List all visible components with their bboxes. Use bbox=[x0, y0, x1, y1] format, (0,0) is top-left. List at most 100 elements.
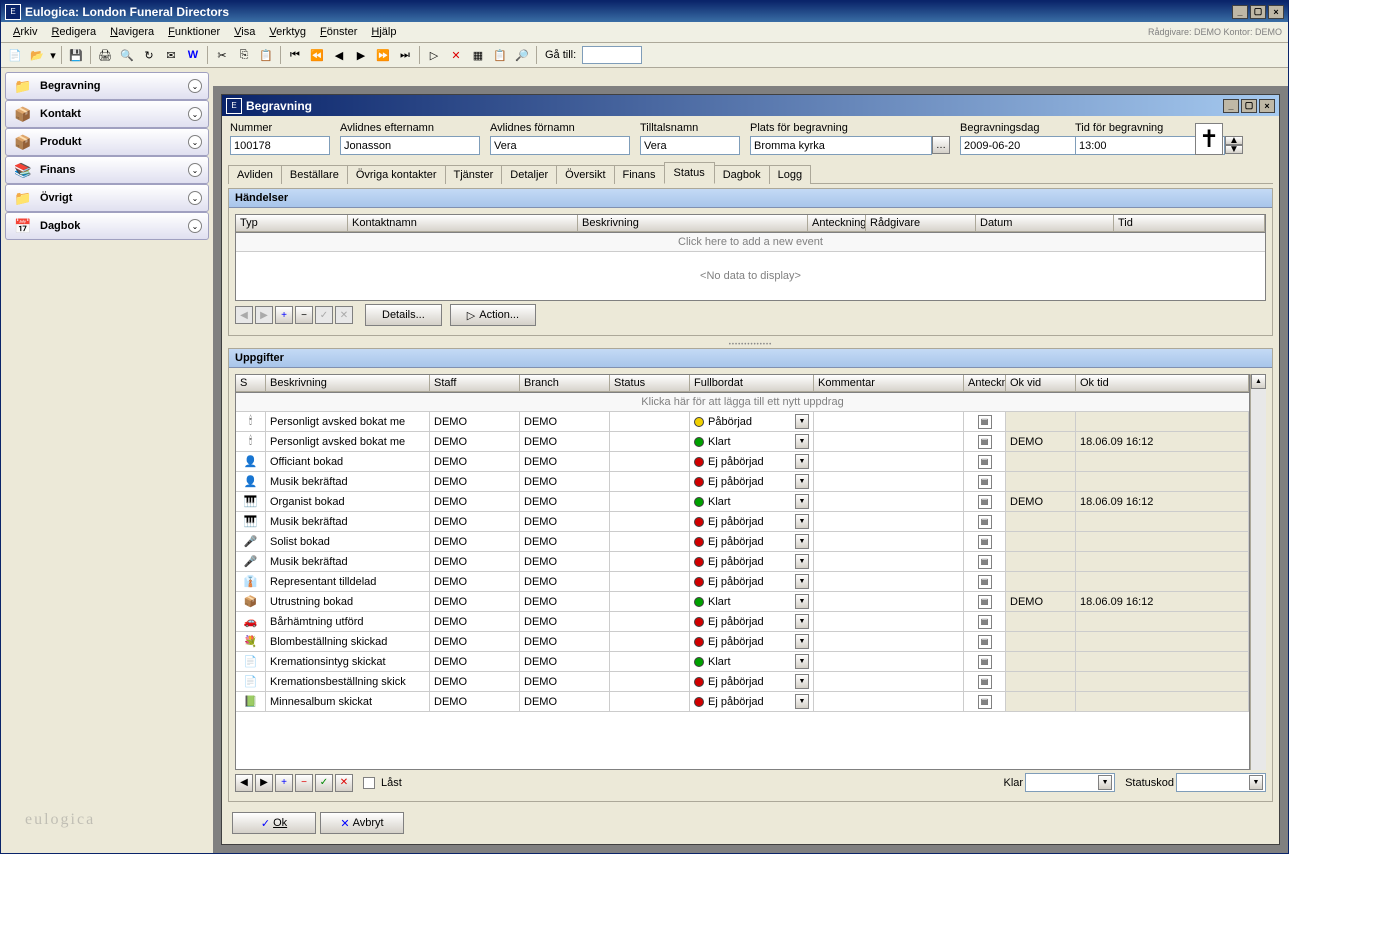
chevron-down-icon[interactable]: ▼ bbox=[795, 674, 809, 689]
row-fullbordat[interactable]: Klart▼ bbox=[690, 492, 814, 511]
cut-icon[interactable]: ✂ bbox=[212, 45, 232, 65]
subwin-maximize-button[interactable]: ▢ bbox=[1241, 99, 1257, 113]
upp-col-branch[interactable]: Branch bbox=[520, 375, 610, 392]
upp-col-anteckning[interactable]: Anteckning bbox=[964, 375, 1006, 392]
paste-icon[interactable]: 📋 bbox=[256, 45, 276, 65]
table-row[interactable]: 🕯Personligt avsked bokat meDEMODEMOPåbör… bbox=[236, 412, 1249, 432]
row-anteckning[interactable]: ▤ bbox=[964, 532, 1006, 551]
cancel-button[interactable]: ✕Avbryt bbox=[320, 812, 404, 834]
grid-icon[interactable]: ▦ bbox=[468, 45, 488, 65]
prev-page-icon[interactable]: ⏪ bbox=[307, 45, 327, 65]
note-icon[interactable]: ▤ bbox=[978, 555, 992, 569]
upp-add-button[interactable]: + bbox=[275, 774, 293, 792]
upp-col-kommentar[interactable]: Kommentar bbox=[814, 375, 964, 392]
uppgifter-add-row[interactable]: Klicka här för att lägga till ett nytt u… bbox=[236, 393, 1249, 412]
expand-icon[interactable]: ⌄ bbox=[188, 219, 202, 233]
table-row[interactable]: 🎹Musik bekräftadDEMODEMOEj påbörjad▼▤ bbox=[236, 512, 1249, 532]
tilltal-input[interactable] bbox=[640, 136, 740, 155]
table-row[interactable]: 🎹Organist bokadDEMODEMOKlart▼▤DEMO18.06.… bbox=[236, 492, 1249, 512]
menu-redigera[interactable]: Redigera bbox=[45, 24, 102, 40]
new-icon[interactable]: 📄 bbox=[5, 45, 25, 65]
chevron-down-icon[interactable]: ▼ bbox=[795, 434, 809, 449]
preview-icon[interactable]: 🔍 bbox=[117, 45, 137, 65]
prev-icon[interactable]: ◀ bbox=[329, 45, 349, 65]
note-icon[interactable]: ▤ bbox=[978, 475, 992, 489]
table-row[interactable]: 🎤Solist bokadDEMODEMOEj påbörjad▼▤ bbox=[236, 532, 1249, 552]
open-icon[interactable]: 📂 bbox=[27, 45, 47, 65]
calendar-icon[interactable]: 📋 bbox=[490, 45, 510, 65]
uppgifter-scrollbar[interactable]: ▲ bbox=[1250, 374, 1266, 770]
row-fullbordat[interactable]: Ej påbörjad▼ bbox=[690, 512, 814, 531]
handelser-remove-button[interactable]: − bbox=[295, 306, 313, 324]
tab-beställare[interactable]: Beställare bbox=[281, 165, 348, 184]
note-icon[interactable]: ▤ bbox=[978, 495, 992, 509]
sidebar-item-finans[interactable]: 📚Finans⌄ bbox=[5, 156, 209, 184]
sidebar-item-dagbok[interactable]: 📅Dagbok⌄ bbox=[5, 212, 209, 240]
row-anteckning[interactable]: ▤ bbox=[964, 672, 1006, 691]
note-icon[interactable]: ▤ bbox=[978, 615, 992, 629]
next-icon[interactable]: ▶ bbox=[351, 45, 371, 65]
delete-icon[interactable]: ✕ bbox=[446, 45, 466, 65]
note-icon[interactable]: ▤ bbox=[978, 595, 992, 609]
edit-icon[interactable]: ▷ bbox=[424, 45, 444, 65]
chevron-down-icon[interactable]: ▼ bbox=[795, 414, 809, 429]
refresh-icon[interactable]: ↻ bbox=[139, 45, 159, 65]
efternamn-input[interactable] bbox=[340, 136, 480, 155]
note-icon[interactable]: ▤ bbox=[978, 655, 992, 669]
row-fullbordat[interactable]: Ej påbörjad▼ bbox=[690, 692, 814, 711]
mail-icon[interactable]: ✉ bbox=[161, 45, 181, 65]
table-row[interactable]: 🎤Musik bekräftadDEMODEMOEj påbörjad▼▤ bbox=[236, 552, 1249, 572]
row-anteckning[interactable]: ▤ bbox=[964, 652, 1006, 671]
row-fullbordat[interactable]: Ej påbörjad▼ bbox=[690, 472, 814, 491]
row-fullbordat[interactable]: Ej påbörjad▼ bbox=[690, 572, 814, 591]
table-row[interactable]: 🕯Personligt avsked bokat meDEMODEMOKlart… bbox=[236, 432, 1249, 452]
handelser-add-button[interactable]: + bbox=[275, 306, 293, 324]
chevron-down-icon[interactable]: ▼ bbox=[795, 654, 809, 669]
first-icon[interactable]: ⏮ bbox=[285, 45, 305, 65]
chevron-down-icon[interactable]: ▼ bbox=[795, 574, 809, 589]
statuskod-combo[interactable]: ▼ bbox=[1176, 773, 1266, 792]
chevron-down-icon[interactable]: ▼ bbox=[795, 454, 809, 469]
note-icon[interactable]: ▤ bbox=[978, 515, 992, 529]
subwin-close-button[interactable]: × bbox=[1259, 99, 1275, 113]
subwin-minimize-button[interactable]: _ bbox=[1223, 99, 1239, 113]
tab-logg[interactable]: Logg bbox=[769, 165, 811, 184]
handelser-add-row[interactable]: Click here to add a new event bbox=[236, 233, 1265, 252]
close-button[interactable]: × bbox=[1268, 5, 1284, 19]
copy-icon[interactable]: ⎘ bbox=[234, 45, 254, 65]
table-row[interactable]: 🚗Bårhämtning utfördDEMODEMOEj påbörjad▼▤ bbox=[236, 612, 1249, 632]
sidebar-item-kontakt[interactable]: 📦Kontakt⌄ bbox=[5, 100, 209, 128]
tab-finans[interactable]: Finans bbox=[614, 165, 665, 184]
col-datum[interactable]: Datum bbox=[976, 215, 1114, 232]
row-fullbordat[interactable]: Klart▼ bbox=[690, 652, 814, 671]
plats-input[interactable] bbox=[750, 136, 932, 155]
handelser-next-button[interactable]: ▶ bbox=[255, 306, 273, 324]
handelser-prev-button[interactable]: ◀ bbox=[235, 306, 253, 324]
upp-col-status[interactable]: Status bbox=[610, 375, 690, 392]
row-anteckning[interactable]: ▤ bbox=[964, 612, 1006, 631]
ok-button[interactable]: ✓Ok bbox=[232, 812, 316, 834]
locked-checkbox[interactable] bbox=[363, 777, 375, 789]
table-row[interactable]: 💐Blombeställning skickadDEMODEMOEj påbör… bbox=[236, 632, 1249, 652]
col-tid[interactable]: Tid bbox=[1114, 215, 1265, 232]
action-button[interactable]: ▷Action... bbox=[450, 304, 536, 326]
row-fullbordat[interactable]: Klart▼ bbox=[690, 592, 814, 611]
nummer-input[interactable] bbox=[230, 136, 330, 155]
menu-verktyg[interactable]: Verktyg bbox=[263, 24, 312, 40]
row-fullbordat[interactable]: Klart▼ bbox=[690, 432, 814, 451]
tab-status[interactable]: Status bbox=[664, 162, 715, 184]
upp-col-oktid[interactable]: Ok tid bbox=[1076, 375, 1249, 392]
details-button[interactable]: Details... bbox=[365, 304, 442, 326]
table-row[interactable]: 📗Minnesalbum skickatDEMODEMOEj påbörjad▼… bbox=[236, 692, 1249, 712]
table-row[interactable]: 👤Officiant bokadDEMODEMOEj påbörjad▼▤ bbox=[236, 452, 1249, 472]
row-fullbordat[interactable]: Ej påbörjad▼ bbox=[690, 452, 814, 471]
chevron-down-icon[interactable]: ▼ bbox=[795, 694, 809, 709]
row-anteckning[interactable]: ▤ bbox=[964, 412, 1006, 431]
table-row[interactable]: 📄Kremationsbeställning skickDEMODEMOEj p… bbox=[236, 672, 1249, 692]
sidebar-item-övrigt[interactable]: 📁Övrigt⌄ bbox=[5, 184, 209, 212]
plats-lookup-button[interactable]: … bbox=[932, 136, 950, 154]
search-icon[interactable]: 🔎 bbox=[512, 45, 532, 65]
table-row[interactable]: 👔Representant tilldeladDEMODEMOEj påbörj… bbox=[236, 572, 1249, 592]
tab-detaljer[interactable]: Detaljer bbox=[501, 165, 557, 184]
word-icon[interactable]: W bbox=[183, 45, 203, 65]
